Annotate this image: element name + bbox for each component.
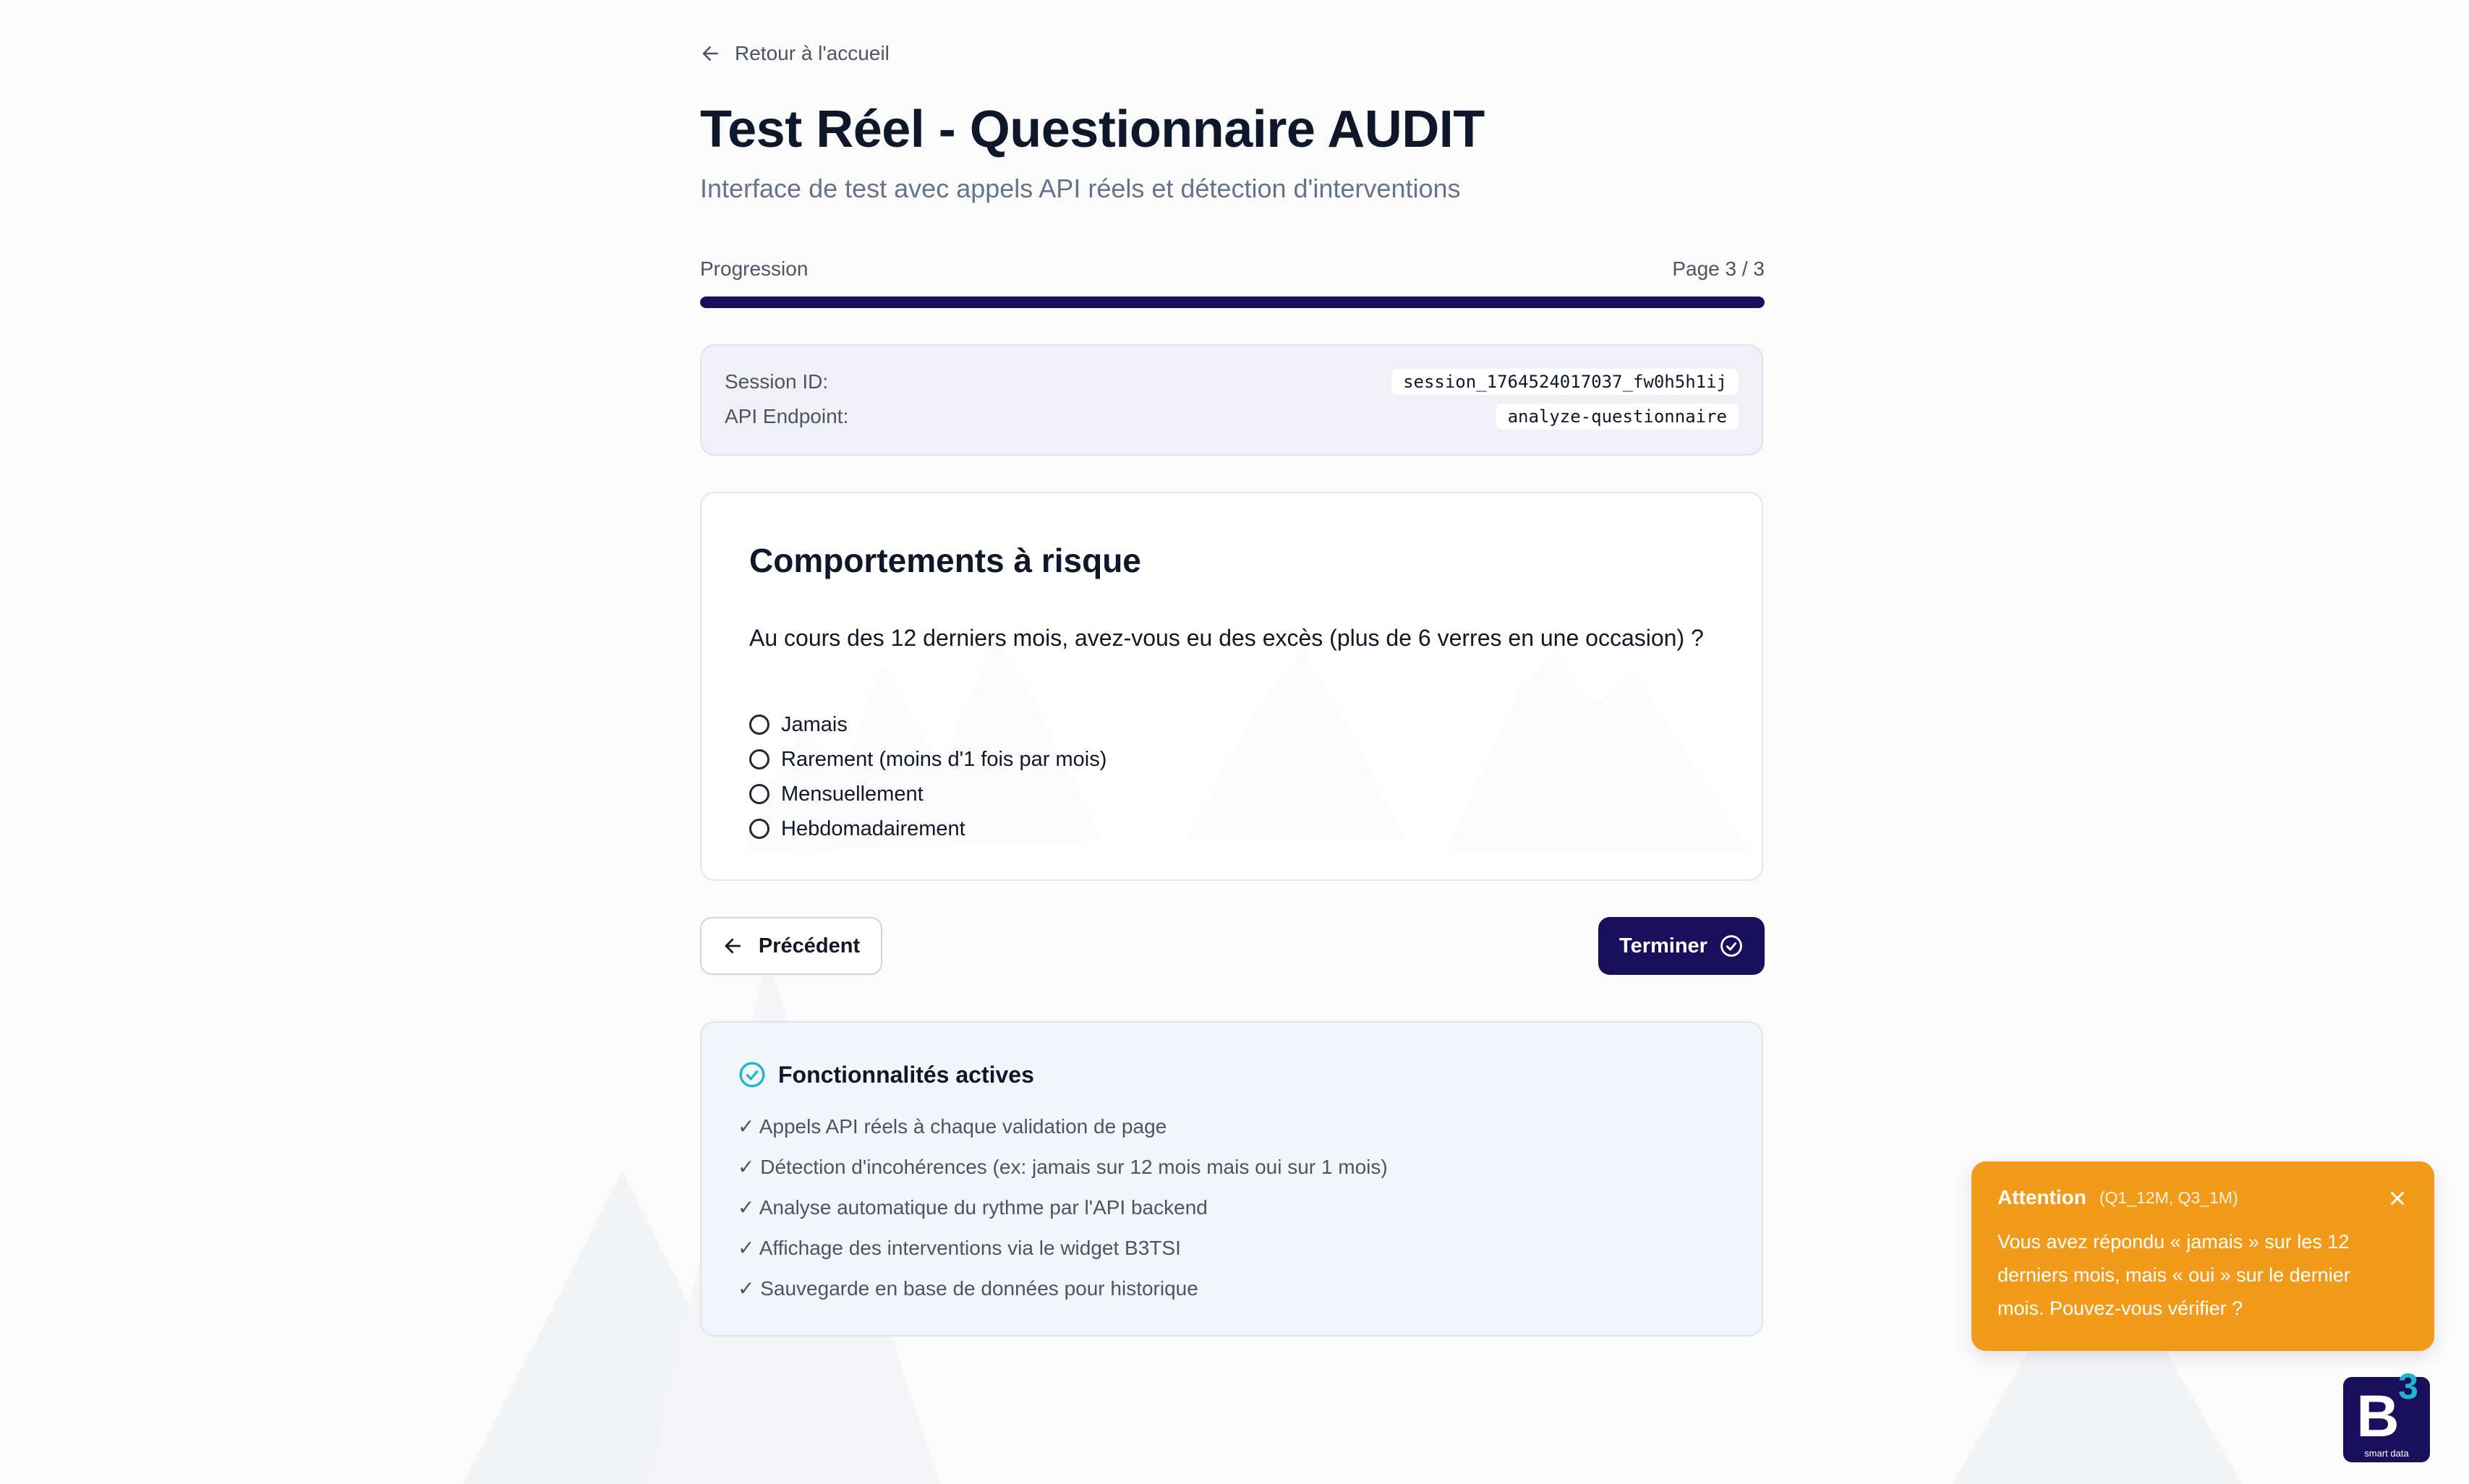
- finish-button[interactable]: Terminer: [1598, 917, 1765, 975]
- intervention-alert: Attention (Q1_12M, Q3_1M) Vous avez répo…: [1971, 1161, 2434, 1351]
- radio-button[interactable]: [749, 749, 769, 769]
- b3tsi-widget-logo[interactable]: B 3 smart data: [2342, 1367, 2431, 1464]
- answer-option-label: Hebdomadairement: [781, 816, 965, 840]
- alert-header: Attention (Q1_12M, Q3_1M): [1997, 1186, 2408, 1209]
- session-info-panel: Session ID: session_1764524017037_fw0h5h…: [700, 344, 1763, 456]
- alert-title: Attention: [1997, 1186, 2086, 1208]
- radio-button[interactable]: [749, 715, 769, 735]
- alert-message: Vous avez répondu « jamais » sur les 12 …: [1997, 1231, 2350, 1319]
- answer-option-hebdomadairement[interactable]: Hebdomadairement: [749, 811, 1106, 846]
- api-endpoint-label: API Endpoint:: [725, 405, 849, 427]
- answer-option-label: Rarement (moins d'1 fois par mois): [781, 747, 1107, 771]
- feature-item: ✓ Affichage des interventions via le wid…: [738, 1237, 1181, 1259]
- feature-item: ✓ Détection d'incohérences (ex: jamais s…: [738, 1156, 1388, 1178]
- api-endpoint-row: API Endpoint: analyze-questionnaire: [725, 404, 1739, 430]
- close-icon[interactable]: [2387, 1187, 2408, 1209]
- finish-button-label: Terminer: [1619, 934, 1707, 958]
- progress-bar: [700, 297, 1765, 308]
- features-header: Fonctionnalités actives: [738, 1060, 1034, 1089]
- features-list: ✓ Appels API réels à chaque validation d…: [738, 1106, 1388, 1309]
- progress-page-indicator: Page 3 / 3: [1672, 257, 1765, 280]
- page-title: Test Réel - Questionnaire AUDIT: [700, 101, 1485, 158]
- logo-letter: B: [2356, 1383, 2399, 1449]
- progress-bar-fill: [700, 297, 1765, 308]
- radio-button[interactable]: [749, 784, 769, 804]
- page-subtitle: Interface de test avec appels API réels …: [700, 174, 1461, 203]
- arrow-left-icon: [702, 46, 718, 61]
- answer-option-mensuellement[interactable]: Mensuellement: [749, 777, 1106, 811]
- arrow-left-icon: [725, 938, 741, 954]
- features-title: Fonctionnalités actives: [778, 1061, 1034, 1088]
- logo-exponent: 3: [2398, 1367, 2418, 1407]
- api-endpoint-value: analyze-questionnaire: [1496, 404, 1739, 430]
- question-card: Comportements à risque Au cours des 12 d…: [700, 492, 1763, 881]
- check-circle-icon: [739, 1062, 765, 1088]
- back-to-home-link[interactable]: Retour à l'accueil: [700, 42, 890, 65]
- session-id-row: Session ID: session_1764524017037_fw0h5h…: [725, 369, 1739, 395]
- progress-header: Progression Page 3 / 3: [700, 257, 1765, 281]
- section-title: Comportements à risque: [749, 542, 1141, 579]
- check-circle-icon: [1720, 935, 1742, 957]
- progress-label: Progression: [700, 257, 809, 280]
- feature-item: ✓ Sauvegarde en base de données pour his…: [738, 1277, 1198, 1300]
- answer-option-rarement[interactable]: Rarement (moins d'1 fois par mois): [749, 742, 1106, 777]
- answer-option-label: Jamais: [781, 712, 848, 736]
- logo-tagline: smart data: [2364, 1448, 2409, 1459]
- feature-item: ✓ Appels API réels à chaque validation d…: [738, 1115, 1167, 1138]
- feature-item: ✓ Analyse automatique du rythme par l'AP…: [738, 1196, 1208, 1219]
- alert-question-codes: (Q1_12M, Q3_1M): [2099, 1187, 2238, 1207]
- previous-button-label: Précédent: [758, 934, 861, 958]
- answer-option-label: Mensuellement: [781, 782, 924, 806]
- answer-option-jamais[interactable]: Jamais: [749, 707, 1106, 742]
- answer-options: Jamais Rarement (moins d'1 fois par mois…: [749, 707, 1106, 846]
- question-text: Au cours des 12 derniers mois, avez-vous…: [749, 625, 1704, 651]
- radio-button[interactable]: [749, 819, 769, 839]
- session-id-value: session_1764524017037_fw0h5h1ij: [1391, 369, 1739, 395]
- active-features-panel: Fonctionnalités actives ✓ Appels API rée…: [700, 1021, 1763, 1336]
- previous-button[interactable]: Précédent: [700, 917, 882, 975]
- session-id-label: Session ID:: [725, 370, 829, 393]
- back-link-label: Retour à l'accueil: [735, 42, 890, 64]
